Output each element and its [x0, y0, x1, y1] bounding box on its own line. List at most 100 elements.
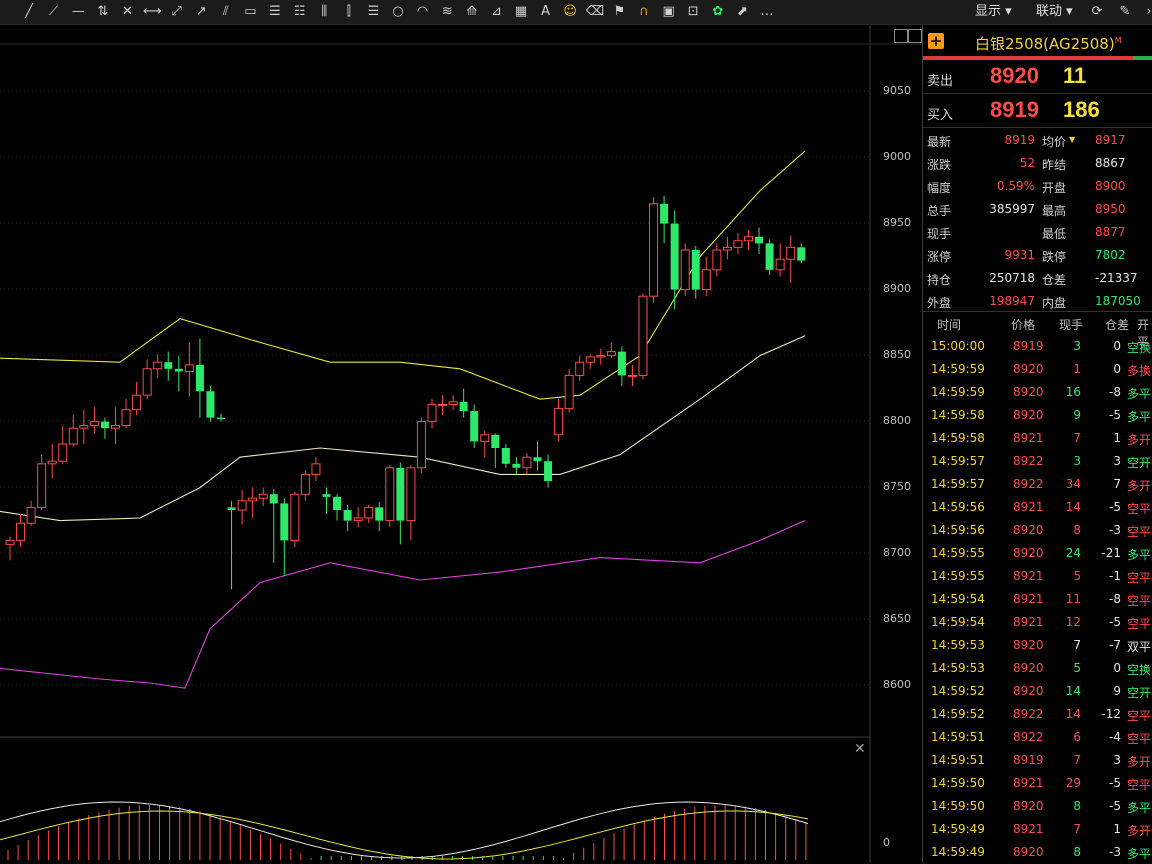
tick-row[interactable]: 14:59:58 8921 7 1 多开 — [923, 427, 1152, 450]
edit-icon[interactable]: ✎ — [1116, 3, 1134, 21]
fan-tool-icon[interactable]: ⟰ — [463, 3, 481, 21]
tick-row[interactable]: 14:59:59 8920 1 0 多换 — [923, 358, 1152, 381]
ruler-tool-icon[interactable]: ▦ — [512, 3, 530, 21]
tick-row[interactable]: 14:59:57 8922 34 7 多开 — [923, 473, 1152, 496]
kline-chart[interactable]: 9050 9000 8950 8900 8850 8800 8750 8700 8650 8600… — [0, 25, 922, 863]
tick-price: 8921 — [1013, 500, 1044, 514]
arrow-line-tool-icon[interactable]: ⟷ — [143, 3, 162, 21]
tick-row[interactable]: 14:59:56 8920 8 -3 空平 — [923, 519, 1152, 542]
price-range-tool-icon[interactable]: ☰ — [266, 3, 284, 21]
quote-label: 最新 — [927, 135, 952, 149]
candle-body-up — [237, 500, 247, 511]
candle-body-up — [554, 407, 564, 436]
header-time: 时间 — [937, 318, 962, 332]
tick-table-header: 时间 价格 现手 仓差 开平 — [923, 313, 1152, 349]
tick-volume: 14 — [1065, 684, 1081, 698]
magnet-tool-icon[interactable]: ∩ — [635, 3, 653, 21]
tick-row[interactable]: 14:59:52 8922 14 -12 空平 — [923, 703, 1152, 726]
tick-row[interactable]: 14:59:55 8921 5 -1 空平 — [923, 565, 1152, 588]
tick-time: 14:59:52 — [931, 707, 985, 721]
rectangle-tool-icon[interactable]: ▭ — [241, 3, 259, 21]
hide-tool-icon[interactable]: ⊡ — [684, 3, 702, 21]
ray-tool-icon[interactable]: ⟋ — [45, 3, 63, 21]
tick-row[interactable]: 14:59:57 8922 3 3 空开 — [923, 450, 1152, 473]
tick-row[interactable]: 14:59:59 8920 16 -8 多平 — [923, 381, 1152, 404]
chart-canvas[interactable] — [0, 25, 922, 863]
channel-tool-icon[interactable]: ⫽ — [217, 3, 235, 21]
add-icon[interactable]: + — [928, 33, 944, 49]
parallel-channel-tool-icon[interactable]: ⫼ — [315, 3, 333, 21]
tick-open-close: 空平 — [1127, 778, 1152, 792]
eraser-tool-icon[interactable]: ⌫ — [586, 3, 604, 21]
tick-time: 14:59:52 — [931, 684, 985, 698]
tick-row[interactable]: 14:59:53 8920 7 -7 双平 — [923, 634, 1152, 657]
quote-label: 仓差 — [1042, 273, 1067, 287]
tick-row[interactable]: 14:59:53 8920 5 0 空换 — [923, 657, 1152, 680]
layout-icon[interactable] — [908, 29, 922, 43]
export-tool-icon[interactable]: ⬈ — [733, 3, 751, 21]
tick-price: 8921 — [1013, 776, 1044, 790]
candle-body-down — [533, 457, 542, 462]
refresh-icon[interactable]: ⟳ — [1088, 3, 1106, 21]
quote-label: 幅度 — [927, 181, 952, 195]
tick-row[interactable]: 14:59:51 8919 7 3 多开 — [923, 749, 1152, 772]
line-tool-icon[interactable]: ╱ — [20, 3, 38, 21]
tick-volume: 7 — [1073, 638, 1081, 652]
tree-tool-icon[interactable]: ✿ — [709, 3, 727, 21]
wave-tool-icon[interactable]: ≋ — [438, 3, 456, 21]
gann-tool-icon[interactable]: ⫿ — [340, 3, 358, 21]
tick-row[interactable]: 14:59:51 8922 6 -4 空平 — [923, 726, 1152, 749]
tick-row[interactable]: 14:59:50 8920 8 -5 多平 — [923, 795, 1152, 818]
arc-tool-icon[interactable]: ◠ — [414, 3, 432, 21]
vertical-line-tool-icon[interactable]: ⇅ — [94, 3, 112, 21]
fib-retracement-tool-icon[interactable]: ☷ — [291, 3, 309, 21]
bid-row[interactable]: 买入 8919 186 — [923, 95, 1152, 127]
note-tool-icon[interactable]: ▣ — [660, 3, 678, 21]
link-menu[interactable]: 联动 ▾ — [1036, 3, 1073, 21]
tick-row[interactable]: 14:59:54 8921 12 -5 空平 — [923, 611, 1152, 634]
emoji-tool-icon[interactable]: ☺ — [561, 3, 579, 21]
alert-tool-icon[interactable]: ⚑ — [610, 3, 628, 21]
close-indicator-icon[interactable]: ✕ — [854, 741, 866, 757]
tick-row[interactable]: 14:59:55 8920 24 -21 多平 — [923, 542, 1152, 565]
tick-oi-change: -5 — [1109, 776, 1121, 790]
candle-body-down — [544, 461, 553, 481]
more-tool-icon[interactable]: … — [758, 3, 776, 21]
candle-body-up — [427, 403, 437, 423]
extended-line-tool-icon[interactable]: ⤢ — [168, 3, 186, 21]
tick-volume: 14 — [1065, 707, 1081, 721]
bar-count-tool-icon[interactable]: ☰ — [364, 3, 382, 21]
tick-row[interactable]: 14:59:50 8921 29 -5 空平 — [923, 772, 1152, 795]
tick-row[interactable]: 14:59:52 8920 14 9 空开 — [923, 680, 1152, 703]
panel-toggle-icon[interactable] — [894, 29, 908, 43]
tick-row[interactable]: 14:59:49 8920 8 -3 多平 — [923, 841, 1152, 864]
candle-body-up — [68, 427, 78, 445]
tick-oi-change: -5 — [1109, 500, 1121, 514]
symbol-superscript: M — [1114, 36, 1122, 45]
more-right-icon[interactable]: › — [1140, 3, 1152, 21]
ask-row[interactable]: 卖出 8920 11 — [923, 61, 1152, 93]
candle-body-up — [16, 522, 26, 541]
segment-tool-icon[interactable]: — — [69, 3, 87, 21]
y-axis-label: 8900 — [883, 282, 911, 295]
arrow-tool-icon[interactable]: ↗ — [192, 3, 210, 21]
tick-row[interactable]: 14:59:58 8920 9 -5 多平 — [923, 404, 1152, 427]
tick-row[interactable]: 15:00:00 8919 3 0 空换 — [923, 335, 1152, 358]
tick-row[interactable]: 14:59:56 8921 14 -5 空平 — [923, 496, 1152, 519]
circle-tool-icon[interactable]: ○ — [389, 3, 407, 21]
candle-body-down — [333, 496, 342, 511]
symbol-header: + 白银2508(AG2508)M — [923, 25, 1152, 60]
y-axis-label: 8800 — [883, 414, 911, 427]
tick-row[interactable]: 14:59:49 8921 7 1 多开 — [923, 818, 1152, 841]
dropdown-arrow-icon[interactable]: ▼ — [1069, 135, 1075, 144]
gann-fan-tool-icon[interactable]: ⊿ — [487, 3, 505, 21]
tick-time: 14:59:59 — [931, 362, 985, 376]
text-tool-icon[interactable]: A — [537, 3, 555, 21]
tick-oi-change: -4 — [1109, 730, 1121, 744]
macd-dif-line — [0, 801, 809, 859]
cross-line-tool-icon[interactable]: ✕ — [118, 3, 136, 21]
symbol-name[interactable]: 白银2508(AG2508)M — [975, 33, 1122, 54]
tick-row[interactable]: 14:59:54 8921 11 -8 空平 — [923, 588, 1152, 611]
tick-time: 14:59:57 — [931, 454, 985, 468]
display-menu[interactable]: 显示 ▾ — [975, 3, 1012, 21]
